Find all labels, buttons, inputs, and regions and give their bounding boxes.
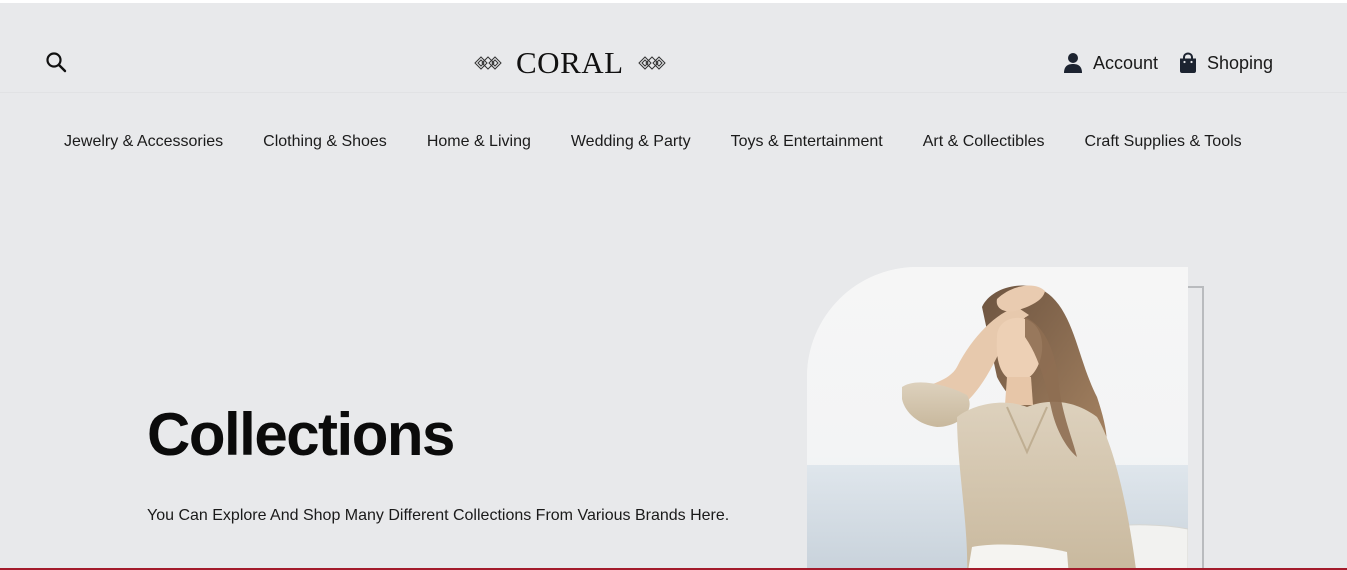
diamond-ornament-icon <box>637 56 666 70</box>
user-icon <box>1064 53 1082 73</box>
nav-item-home[interactable]: Home & Living <box>407 124 551 160</box>
category-nav: Jewelry & Accessories Clothing & Shoes H… <box>44 124 1262 160</box>
nav-item-wedding[interactable]: Wedding & Party <box>551 124 711 160</box>
hero-title: Collections <box>147 401 455 468</box>
nav-item-craft[interactable]: Craft Supplies & Tools <box>1065 124 1262 160</box>
hero-photo-illustration <box>807 267 1188 570</box>
site-logo[interactable]: CORAL <box>474 43 666 83</box>
search-button[interactable] <box>44 50 68 74</box>
shopping-bag-icon <box>1180 52 1196 73</box>
account-label: Account <box>1093 52 1159 73</box>
logo-text: CORAL <box>516 45 624 80</box>
nav-item-art[interactable]: Art & Collectibles <box>903 124 1065 160</box>
shopping-cart-link[interactable]: Shoping <box>1178 49 1273 77</box>
nav-item-jewelry[interactable]: Jewelry & Accessories <box>44 124 243 160</box>
nav-item-clothing[interactable]: Clothing & Shoes <box>243 124 407 160</box>
hero-image <box>807 267 1188 570</box>
search-icon <box>46 52 67 73</box>
diamond-ornament-icon <box>474 56 502 70</box>
hero-subtitle: You Can Explore And Shop Many Different … <box>147 507 730 524</box>
site-header: CORAL Account Shoping <box>0 3 1347 93</box>
account-link[interactable]: Account <box>1063 49 1158 77</box>
nav-item-toys[interactable]: Toys & Entertainment <box>711 124 903 160</box>
cart-label: Shoping <box>1207 52 1274 73</box>
